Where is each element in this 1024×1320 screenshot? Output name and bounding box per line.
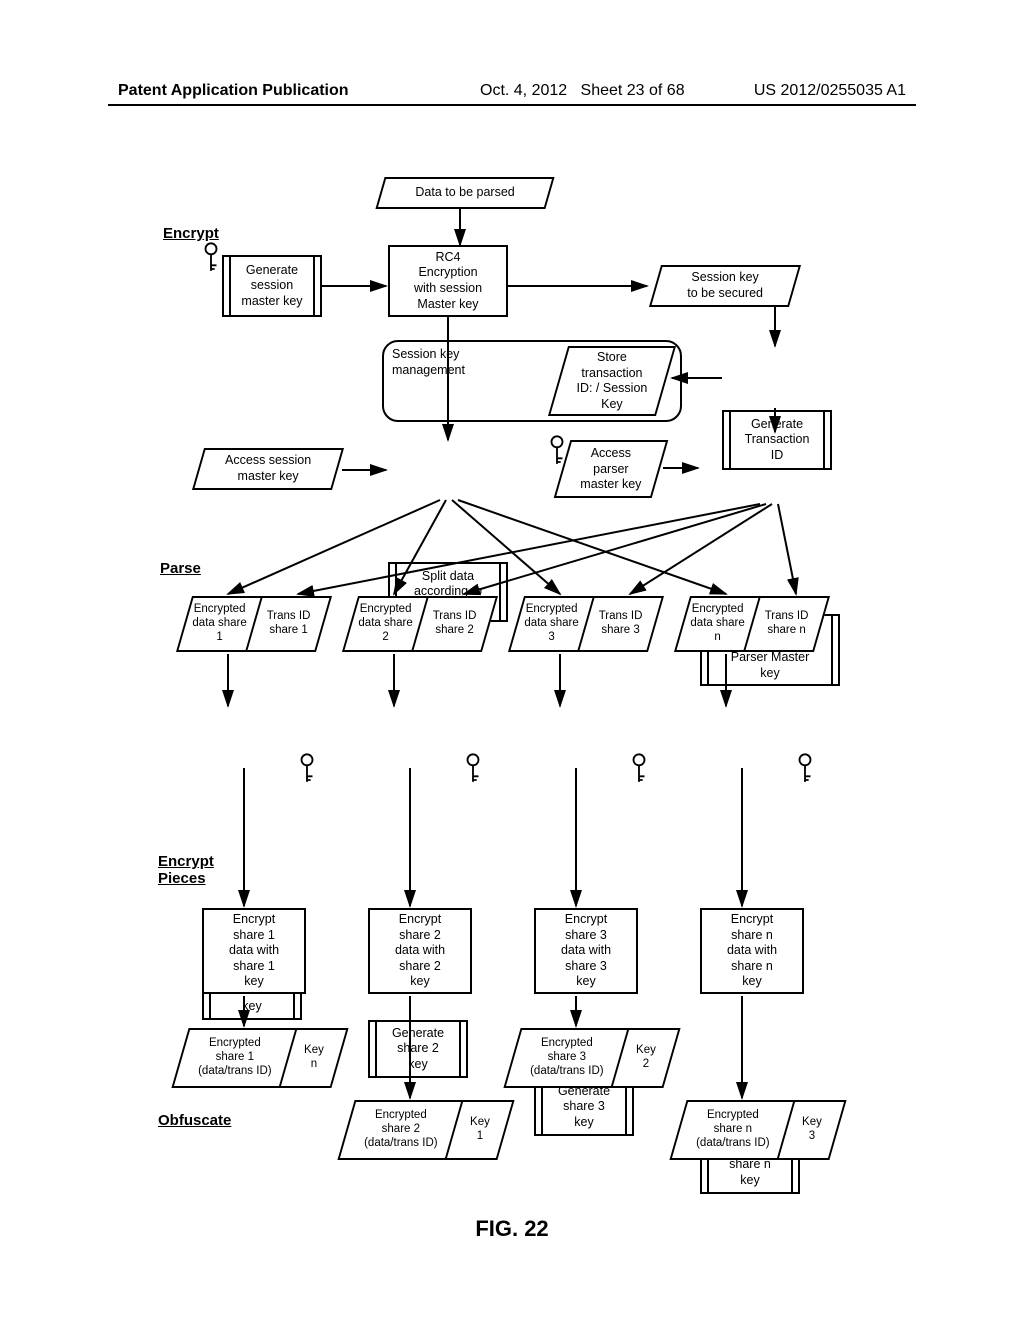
trans-id-share: Trans ID share 1 xyxy=(246,598,330,650)
parse-pair: Encrypted data share 2Trans ID share 2 xyxy=(342,596,498,652)
section-obfuscate: Obfuscate xyxy=(158,1112,231,1129)
encrypt-share-data: Encrypt share 3 data with share 3 key xyxy=(534,908,638,994)
trans-id-share: Trans ID share n xyxy=(744,598,828,650)
encrypt-share-data: Encrypt share n data with share n key xyxy=(700,908,804,994)
section-parse: Parse xyxy=(160,560,201,577)
label-session-key-mgmt: Session key management xyxy=(392,346,517,380)
node-session-key-secured: Session key to be secured xyxy=(649,265,801,307)
encrypted-data-share: Encrypted data share n xyxy=(677,598,759,650)
node-generate-transaction-id: Generate Transaction ID xyxy=(722,410,832,470)
node-rc4-encryption: RC4 Encryption with session Master key xyxy=(388,245,508,317)
generate-share-key: Generate share 2 key xyxy=(368,1020,468,1078)
section-encrypt-pieces: Encrypt Pieces xyxy=(158,853,214,887)
key-icon xyxy=(628,752,650,786)
header-pubno: US 2012/0255035 A1 xyxy=(754,82,906,100)
encrypted-data-share: Encrypted data share 3 xyxy=(511,598,593,650)
node-access-parser-mk: Access parser master key xyxy=(554,440,669,498)
parse-pair: Encrypted data share 3Trans ID share 3 xyxy=(508,596,664,652)
header-publication: Patent Application Publication xyxy=(118,82,349,100)
obfuscate-output: Encrypted share 1 (data/trans ID)Key n xyxy=(171,1028,348,1088)
section-encrypt: Encrypt xyxy=(163,225,219,242)
encrypted-share-output: Encrypted share 1 (data/trans ID) xyxy=(174,1030,295,1086)
node-gen-session-master-key: Generate session master key xyxy=(222,255,322,317)
figure-caption: FIG. 22 xyxy=(0,1216,1024,1242)
obfuscate-output: Encrypted share n (data/trans ID)Key 3 xyxy=(669,1100,846,1160)
encrypted-data-share: Encrypted data share 1 xyxy=(179,598,261,650)
key-icon xyxy=(462,752,484,786)
obfuscate-output: Encrypted share 2 (data/trans ID)Key 1 xyxy=(337,1100,514,1160)
node-access-session-mk: Access session master key xyxy=(192,448,344,490)
encrypt-share-data: Encrypt share 2 data with share 2 key xyxy=(368,908,472,994)
parse-pair: Encrypted data share nTrans ID share n xyxy=(674,596,830,652)
encrypted-data-share: Encrypted data share 2 xyxy=(345,598,427,650)
key-icon xyxy=(200,241,222,275)
encrypted-share-output: Encrypted share 3 (data/trans ID) xyxy=(506,1030,627,1086)
trans-id-share: Trans ID share 2 xyxy=(412,598,496,650)
parse-pair: Encrypted data share 1Trans ID share 1 xyxy=(176,596,332,652)
encrypt-share-data: Encrypt share 1 data with share 1 key xyxy=(202,908,306,994)
encrypted-share-output: Encrypted share 2 (data/trans ID) xyxy=(340,1102,461,1158)
encrypted-share-output: Encrypted share n (data/trans ID) xyxy=(672,1102,793,1158)
trans-id-share: Trans ID share 3 xyxy=(578,598,662,650)
key-icon xyxy=(296,752,318,786)
key-icon xyxy=(794,752,816,786)
node-store-transaction: Store transaction ID: / Session Key xyxy=(548,346,676,416)
node-data-to-be-parsed: Data to be parsed xyxy=(375,177,554,209)
header-date-sheet: Oct. 4, 2012 Sheet 23 of 68 xyxy=(480,82,685,100)
obfuscate-output: Encrypted share 3 (data/trans ID)Key 2 xyxy=(503,1028,680,1088)
header-rule xyxy=(108,104,916,106)
